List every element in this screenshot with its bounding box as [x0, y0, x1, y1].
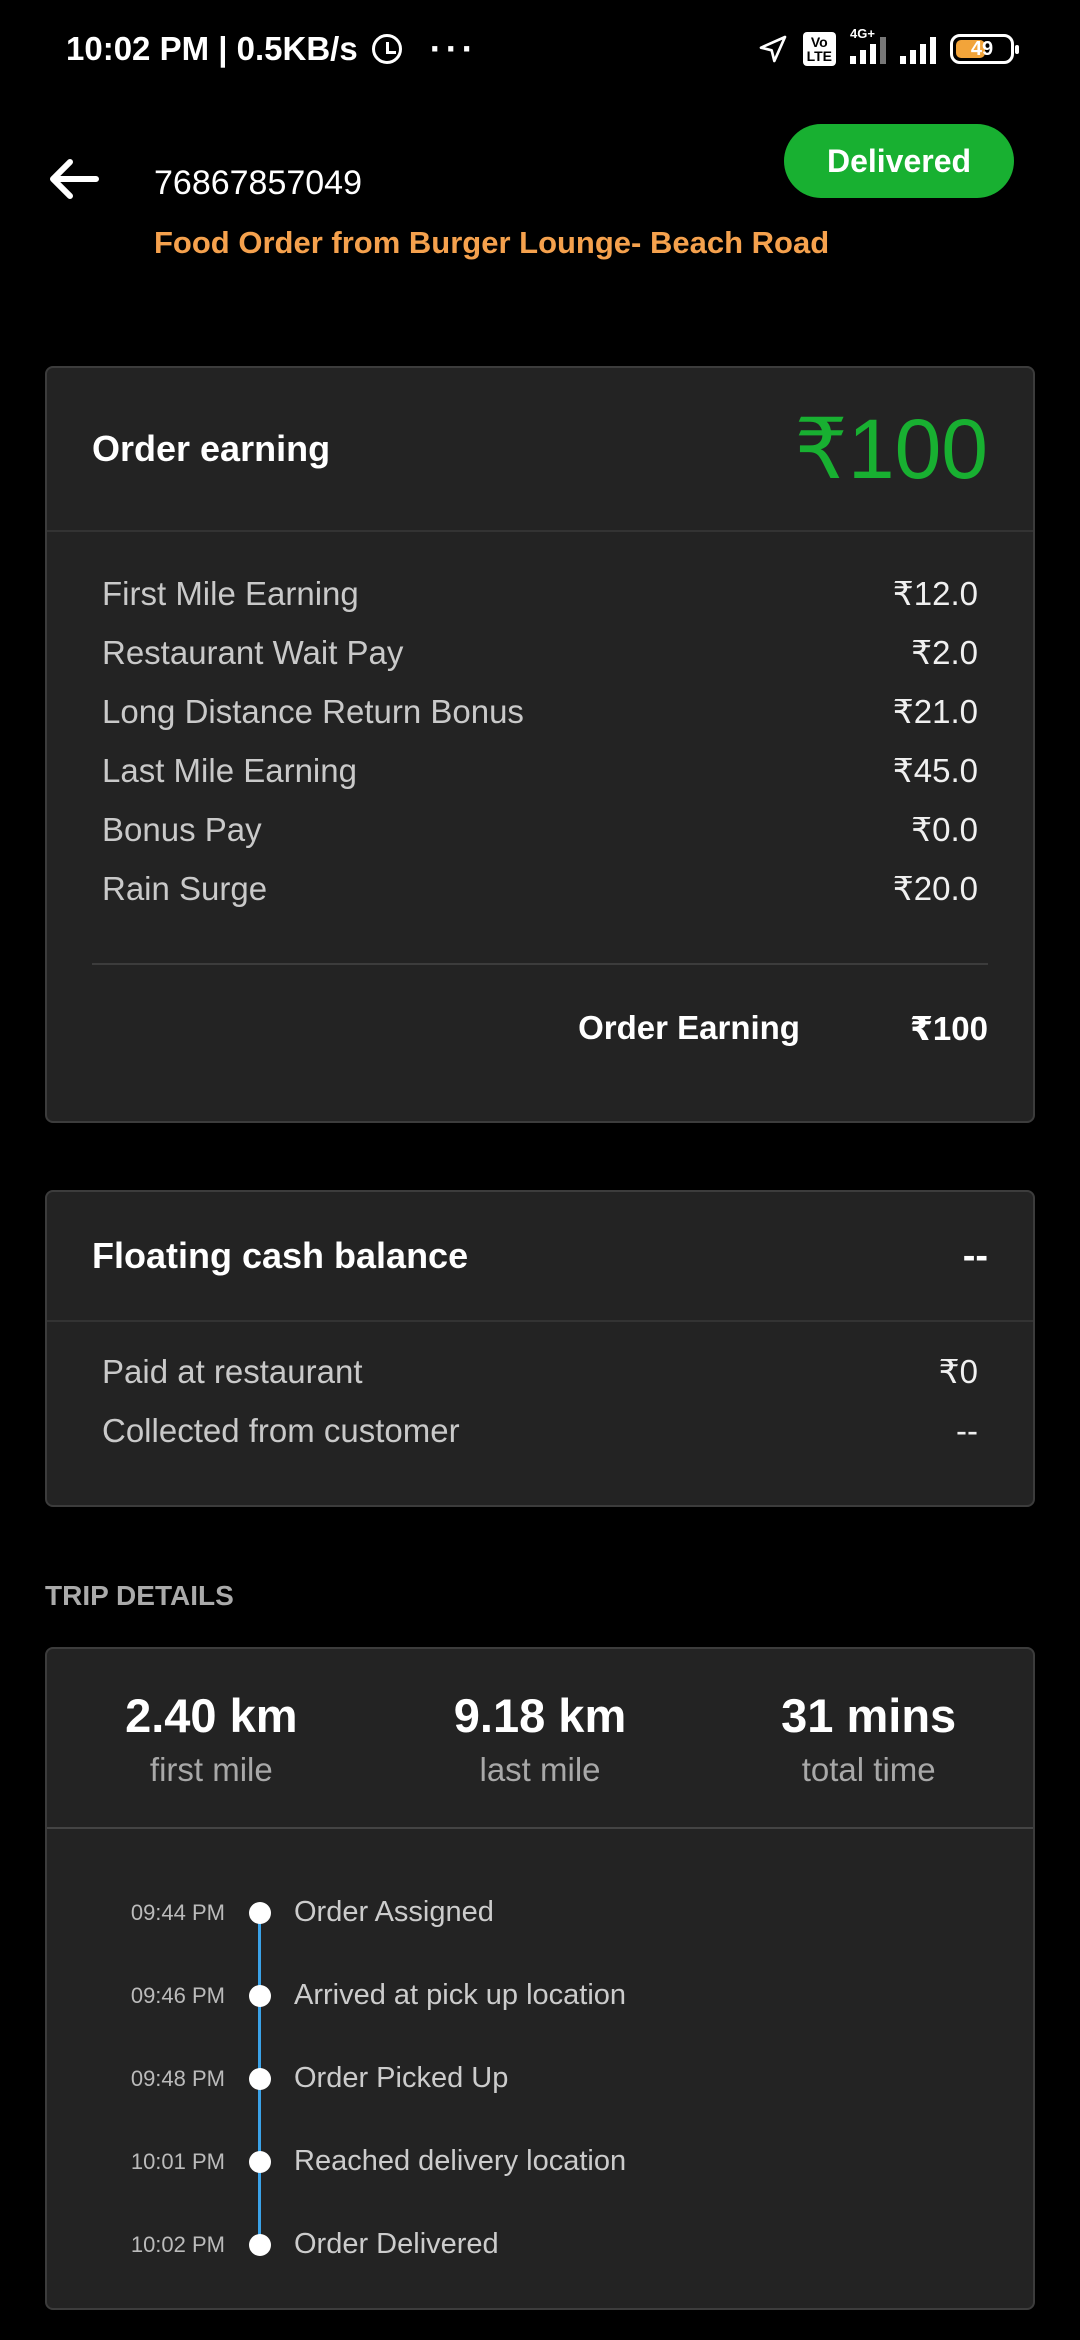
list-item: Restaurant Wait Pay ₹2.0 — [47, 623, 1033, 682]
earning-item-value: ₹45.0 — [892, 752, 978, 789]
timeline-dot-icon — [249, 1984, 271, 2007]
earning-item-value: ₹20.0 — [892, 870, 978, 907]
earning-item-label: First Mile Earning — [102, 574, 359, 612]
list-item: Paid at restaurant ₹0 — [47, 1342, 1033, 1401]
earning-item-value: ₹21.0 — [892, 693, 978, 730]
earning-item-label: Long Distance Return Bonus — [102, 692, 524, 730]
timeline-event: Order Assigned — [294, 1896, 494, 1928]
timeline-time: 09:46 PM — [130, 1982, 225, 2008]
status-badge: Delivered — [784, 124, 1014, 198]
floating-cash-card: Floating cash balance -- Paid at restaur… — [45, 1190, 1035, 1507]
timeline-time: 09:48 PM — [130, 2065, 225, 2091]
status-bar: 10:02 PM | 0.5KB/s ··· Vo LTE 4G+ 49 — [0, 0, 1080, 100]
earning-breakdown-list: First Mile Earning ₹12.0 Restaurant Wait… — [47, 532, 1033, 918]
order-earning-total-label: Order Earning — [578, 1009, 800, 1046]
stat-first-mile: 2.40 km first mile — [47, 1649, 376, 1827]
stat-value: 2.40 km — [125, 1688, 298, 1742]
cash-item-label: Collected from customer — [102, 1411, 460, 1449]
stat-caption: total time — [801, 1750, 936, 1788]
earning-item-label: Rain Surge — [102, 869, 268, 907]
list-item: First Mile Earning ₹12.0 — [47, 564, 1033, 623]
order-earning-amount: ₹100 — [794, 402, 988, 496]
list-item: Long Distance Return Bonus ₹21.0 — [47, 682, 1033, 741]
timeline-dot-icon — [249, 2150, 271, 2173]
timeline-item: 09:46 PM Arrived at pick up location — [47, 1954, 1033, 2037]
earning-item-label: Bonus Pay — [102, 810, 262, 848]
volte-icon: Vo LTE — [802, 32, 836, 66]
battery-icon: 49 — [950, 34, 1019, 64]
list-item: Bonus Pay ₹0.0 — [47, 800, 1033, 859]
trip-timeline: 09:44 PM Order Assigned 09:46 PM Arrived… — [47, 1829, 1033, 2286]
list-item: Last Mile Earning ₹45.0 — [47, 741, 1033, 800]
earning-item-label: Last Mile Earning — [102, 751, 357, 789]
cash-item-value: -- — [956, 1411, 978, 1449]
trip-details-card: 2.40 km first mile 9.18 km last mile 31 … — [45, 1647, 1035, 2310]
order-earning-header: Order earning ₹100 — [47, 368, 1033, 532]
cash-item-label: Paid at restaurant — [102, 1352, 363, 1390]
stat-last-mile: 9.18 km last mile — [376, 1649, 705, 1827]
back-arrow-icon[interactable] — [46, 152, 100, 206]
earning-item-label: Restaurant Wait Pay — [102, 633, 404, 671]
floating-cash-value: -- — [962, 1234, 988, 1277]
status-right: Vo LTE 4G+ 49 — [757, 26, 1019, 66]
timeline-item: 09:48 PM Order Picked Up — [47, 2037, 1033, 2120]
floating-cash-list: Paid at restaurant ₹0 Collected from cus… — [47, 1322, 1033, 1460]
list-item: Collected from customer -- — [47, 1401, 1033, 1460]
cash-item-value: ₹0 — [938, 1353, 978, 1390]
stat-caption: first mile — [149, 1750, 273, 1788]
timeline-time: 10:01 PM — [130, 2148, 225, 2174]
order-id: 76867857049 — [154, 164, 363, 202]
list-item: Rain Surge ₹20.0 — [47, 859, 1033, 918]
order-earning-total: Order Earning ₹100 — [47, 965, 1033, 1048]
earning-item-value: ₹12.0 — [892, 575, 978, 612]
stat-caption: last mile — [479, 1750, 601, 1788]
timeline-dot-icon — [249, 1901, 271, 1924]
earning-item-value: ₹2.0 — [911, 634, 978, 671]
timeline-dot-icon — [249, 2067, 271, 2090]
timeline-time: 10:02 PM — [130, 2231, 225, 2257]
location-arrow-icon — [759, 35, 786, 63]
timeline-time: 09:44 PM — [130, 1899, 225, 1925]
more-notifications-icon: ··· — [429, 28, 478, 69]
timeline-event: Reached delivery location — [294, 2145, 627, 2177]
timeline-event: Order Picked Up — [294, 2062, 509, 2094]
timeline-item: 09:44 PM Order Assigned — [47, 1871, 1033, 1954]
order-earning-total-value: ₹100 — [909, 1010, 988, 1047]
timeline-event: Order Delivered — [294, 2228, 499, 2260]
battery-level: 49 — [970, 37, 994, 60]
order-subtitle: Food Order from Burger Lounge- Beach Roa… — [154, 225, 830, 260]
stat-value: 9.18 km — [453, 1688, 627, 1742]
order-earning-title: Order earning — [92, 428, 331, 469]
signal-4g-icon: 4G+ — [850, 26, 886, 64]
stat-total-time: 31 mins total time — [704, 1649, 1033, 1827]
earning-item-value: ₹0.0 — [911, 811, 978, 848]
timeline-dot-icon — [249, 2233, 271, 2256]
status-left: 10:02 PM | 0.5KB/s ··· — [66, 28, 478, 70]
trip-stats: 2.40 km first mile 9.18 km last mile 31 … — [47, 1649, 1033, 1829]
order-earning-card: Order earning ₹100 First Mile Earning ₹1… — [45, 366, 1035, 1123]
status-time-speed: 10:02 PM | 0.5KB/s — [66, 30, 358, 67]
alarm-icon — [371, 34, 402, 64]
network-type-label: 4G+ — [850, 26, 875, 41]
timeline-item: 10:01 PM Reached delivery location — [47, 2120, 1033, 2203]
floating-cash-title: Floating cash balance — [92, 1235, 469, 1276]
trip-details-heading: TRIP DETAILS — [45, 1580, 234, 1611]
stat-value: 31 mins — [781, 1688, 957, 1742]
signal-strength-icon — [900, 34, 936, 64]
timeline-item: 10:02 PM Order Delivered — [47, 2203, 1033, 2286]
timeline-event: Arrived at pick up location — [294, 1979, 627, 2011]
floating-cash-header: Floating cash balance -- — [47, 1192, 1033, 1322]
